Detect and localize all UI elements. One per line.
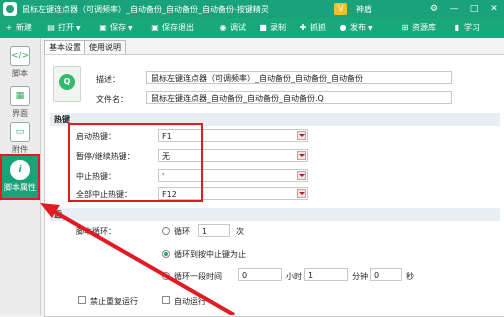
annotation-arrow [40, 203, 235, 315]
